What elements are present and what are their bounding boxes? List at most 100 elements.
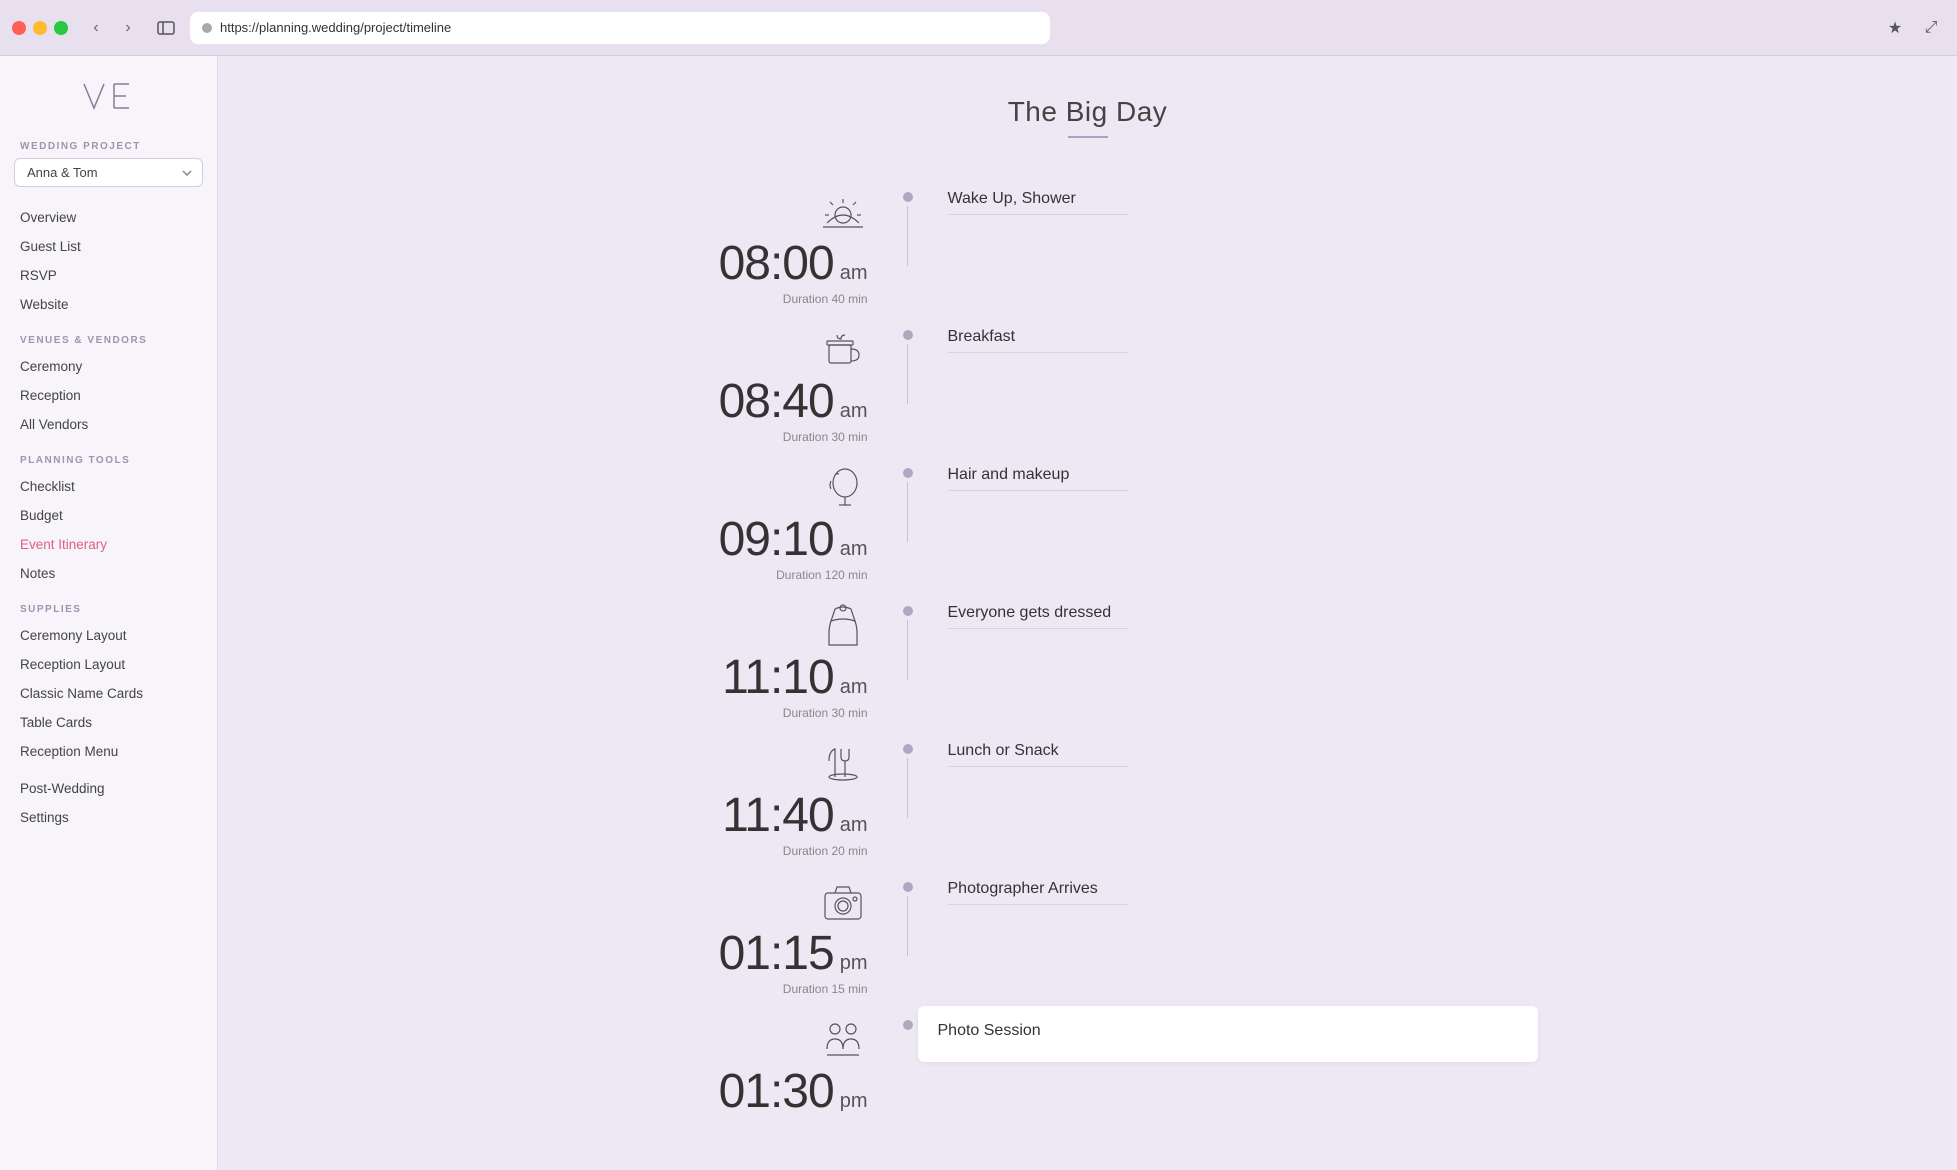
timeline-center <box>898 316 918 404</box>
time-value: 09:10 <box>719 516 834 564</box>
event-name: Everyone gets dressed <box>948 604 1538 622</box>
sidebar-item-all-vendors[interactable]: All Vendors <box>0 410 217 439</box>
timeline-dot <box>903 882 913 892</box>
venues-vendors-label: VENUES & VENDORS <box>0 319 217 352</box>
planning-tools-label: PLANNING TOOLS <box>0 439 217 472</box>
event-divider <box>948 214 1128 215</box>
time-ampm: pm <box>840 1090 868 1113</box>
sidebar-item-reception-layout[interactable]: Reception Layout <box>0 650 217 679</box>
browser-chrome: ‹ › https://planning.wedding/project/tim… <box>0 0 1957 56</box>
sidebar-toggle-button[interactable] <box>152 14 180 42</box>
sidebar-item-label: Table Cards <box>20 715 92 730</box>
event-name: Hair and makeup <box>948 466 1538 484</box>
timeline-center <box>898 592 918 680</box>
duration-text: Duration 30 min <box>783 706 868 720</box>
sidebar-nav-item[interactable]: Website <box>0 290 217 319</box>
supplies-label: SUPPLIES <box>0 588 217 621</box>
minimize-button[interactable] <box>33 21 47 35</box>
timeline-left: 08:40 am Duration 30 min <box>638 316 898 444</box>
fullscreen-button[interactable] <box>54 21 68 35</box>
event-name: Wake Up, Shower <box>948 190 1538 208</box>
time-block: 01:15 pm <box>719 930 868 978</box>
expand-button[interactable]: ⤢ <box>1917 14 1945 42</box>
timeline-right: Everyone gets dressed <box>918 592 1538 649</box>
sidebar-item-label: Notes <box>20 566 55 581</box>
timeline-right: Photographer Arrives <box>918 868 1538 925</box>
sidebar-item-label: Budget <box>20 508 63 523</box>
event-divider <box>948 904 1128 905</box>
sidebar-item-label: Ceremony <box>20 359 82 374</box>
camera-icon <box>818 876 868 926</box>
sidebar-item-checklist[interactable]: Checklist <box>0 472 217 501</box>
sidebar-item-classic-name-cards[interactable]: Classic Name Cards <box>0 679 217 708</box>
sidebar-nav-item[interactable]: RSVP <box>0 261 217 290</box>
timeline-line <box>907 1034 908 1094</box>
sidebar-item-post-wedding[interactable]: Post-Wedding <box>0 774 217 803</box>
time-ampm: am <box>840 814 868 837</box>
project-select[interactable]: Anna & Tom <box>14 158 203 187</box>
event-divider <box>948 766 1128 767</box>
sidebar-item-label: Reception Menu <box>20 744 118 759</box>
sidebar-item-notes[interactable]: Notes <box>0 559 217 588</box>
security-indicator <box>202 23 212 33</box>
time-value: 08:00 <box>719 240 834 288</box>
timeline-right: Photo Session <box>918 1006 1538 1062</box>
event-divider <box>948 628 1128 629</box>
timeline-dot <box>903 606 913 616</box>
sidebar-item-label: Checklist <box>20 479 75 494</box>
timeline-dot <box>903 1020 913 1030</box>
duration-text: Duration 15 min <box>783 982 868 996</box>
sidebar-item-ceremony[interactable]: Ceremony <box>0 352 217 381</box>
timeline-item: 08:00 am Duration 40 min Wake Up, Shower <box>638 178 1538 316</box>
sidebar-item-label: Reception <box>20 388 81 403</box>
sidebar-item-reception[interactable]: Reception <box>0 381 217 410</box>
sidebar-item-settings[interactable]: Settings <box>0 803 217 832</box>
back-button[interactable]: ‹ <box>82 14 110 42</box>
sidebar-item-table-cards[interactable]: Table Cards <box>0 708 217 737</box>
url-text: https://planning.wedding/project/timelin… <box>220 20 451 35</box>
duration-text: Duration 20 min <box>783 844 868 858</box>
time-value: 08:40 <box>719 378 834 426</box>
timeline-right: Lunch or Snack <box>918 730 1538 787</box>
timeline-left: 01:15 pm Duration 15 min <box>638 868 898 996</box>
sidebar-item-budget[interactable]: Budget <box>0 501 217 530</box>
sidebar-item-label: Settings <box>20 810 69 825</box>
timeline-center <box>898 730 918 818</box>
sidebar-nav-item[interactable]: Guest List <box>0 232 217 261</box>
time-ampm: am <box>840 676 868 699</box>
sidebar-item-ceremony-layout[interactable]: Ceremony Layout <box>0 621 217 650</box>
forward-button[interactable]: › <box>114 14 142 42</box>
sidebar-item-event-itinerary[interactable]: Event Itinerary <box>0 530 217 559</box>
timeline-center <box>898 178 918 266</box>
sidebar-nav-item[interactable]: Overview <box>0 203 217 232</box>
dress-icon <box>818 600 868 650</box>
timeline-left: 08:00 am Duration 40 min <box>638 178 898 306</box>
timeline-left: 11:10 am Duration 30 min <box>638 592 898 720</box>
time-block: 09:10 am <box>719 516 868 564</box>
close-button[interactable] <box>12 21 26 35</box>
time-block: 08:00 am <box>719 240 868 288</box>
timeline-right: Breakfast <box>918 316 1538 373</box>
address-bar[interactable]: https://planning.wedding/project/timelin… <box>190 12 1050 44</box>
time-value: 11:40 <box>722 792 834 840</box>
event-name: Photo Session <box>938 1022 1518 1040</box>
sidebar-item-label: Event Itinerary <box>20 537 107 552</box>
time-block: 08:40 am <box>719 378 868 426</box>
duration-text: Duration 30 min <box>783 430 868 444</box>
timeline-item: 01:15 pm Duration 15 min Photographer Ar… <box>638 868 1538 1006</box>
timeline-line <box>907 758 908 818</box>
sidebar-item-reception-menu[interactable]: Reception Menu <box>0 737 217 766</box>
duration-text: Duration 40 min <box>783 292 868 306</box>
bookmark-button[interactable]: ★ <box>1881 14 1909 42</box>
time-ampm: am <box>840 400 868 423</box>
event-divider <box>948 352 1128 353</box>
timeline-line <box>907 620 908 680</box>
page-title: The Big Day <box>298 96 1877 128</box>
timeline-dot <box>903 330 913 340</box>
traffic-lights <box>12 21 68 35</box>
event-name: Photographer Arrives <box>948 880 1538 898</box>
page-title-divider <box>1068 136 1108 138</box>
timeline-line <box>907 206 908 266</box>
timeline-item: 01:30 pm Photo Session <box>638 1006 1538 1130</box>
time-block: 11:40 am <box>722 792 867 840</box>
